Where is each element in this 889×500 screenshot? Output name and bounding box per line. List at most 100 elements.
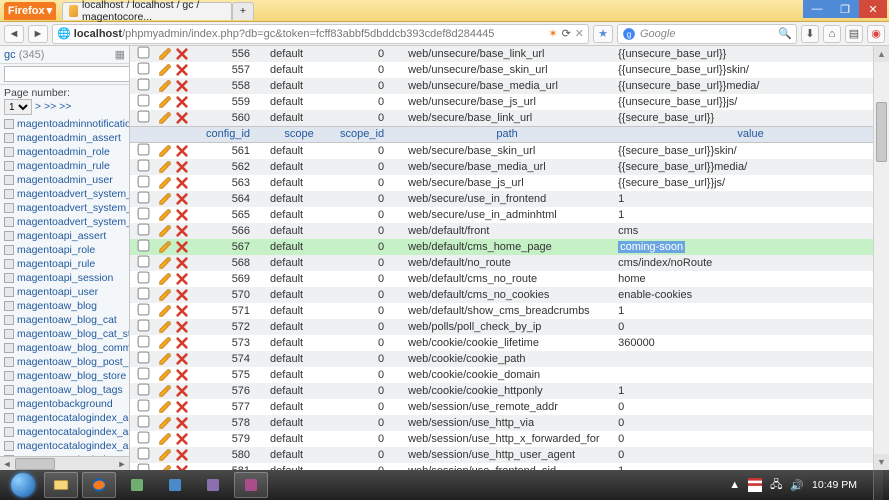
edit-icon[interactable] <box>158 368 172 382</box>
delete-icon[interactable] <box>175 111 189 125</box>
table-tree-item[interactable]: magentoapi_rule <box>2 257 129 271</box>
home-icon[interactable]: ⌂ <box>823 25 841 43</box>
table-tree-item[interactable]: magentoadminnotification_inbox <box>2 117 129 131</box>
edit-icon[interactable] <box>158 400 172 414</box>
downloads-icon[interactable]: ⬇ <box>801 25 819 43</box>
table-tree-item[interactable]: magentoadmin_assert <box>2 131 129 145</box>
delete-icon[interactable] <box>175 336 189 350</box>
table-row[interactable]: 568default0web/default/no_routecms/index… <box>130 255 889 271</box>
delete-icon[interactable] <box>175 176 189 190</box>
table-row[interactable]: 570default0web/default/cms_no_cookiesena… <box>130 287 889 303</box>
taskbar-app-icon-2[interactable] <box>158 472 192 498</box>
table-row[interactable]: 557default0web/unsecure/base_skin_url{{u… <box>130 62 889 78</box>
delete-icon[interactable] <box>175 352 189 366</box>
edit-icon[interactable] <box>158 95 172 109</box>
row-checkbox[interactable] <box>137 319 149 331</box>
row-checkbox[interactable] <box>137 303 149 315</box>
scroll-right-arrow[interactable]: ► <box>115 457 129 470</box>
edit-icon[interactable] <box>158 256 172 270</box>
row-checkbox[interactable] <box>137 63 149 75</box>
delete-icon[interactable] <box>175 288 189 302</box>
col-config-id[interactable]: config_id <box>200 127 264 143</box>
table-filter-input[interactable] <box>4 66 130 82</box>
row-checkbox[interactable] <box>137 255 149 267</box>
taskbar-firefox-icon[interactable] <box>82 472 116 498</box>
table-tree-item[interactable]: magentoadmin_rule <box>2 159 129 173</box>
row-checkbox[interactable] <box>137 431 149 443</box>
row-checkbox[interactable] <box>137 79 149 91</box>
delete-icon[interactable] <box>175 208 189 222</box>
row-checkbox[interactable] <box>137 383 149 395</box>
taskbar-app-icon-1[interactable] <box>120 472 154 498</box>
delete-icon[interactable] <box>175 224 189 238</box>
row-checkbox[interactable] <box>137 367 149 379</box>
table-tree-item[interactable]: magentocatalogindex_aggregation <box>2 411 129 425</box>
table-tree-item[interactable]: magentoadvert_system_invite <box>2 201 129 215</box>
row-checkbox[interactable] <box>137 111 149 123</box>
edit-icon[interactable] <box>158 79 172 93</box>
table-row[interactable]: 577default0web/session/use_remote_addr0 <box>130 399 889 415</box>
row-checkbox[interactable] <box>137 47 149 59</box>
table-tree-item[interactable]: magentocatalogindex_aggregation_to_tag <box>2 439 129 453</box>
panel-menu-icon[interactable]: ▦ <box>115 48 125 61</box>
sidebar-horizontal-scrollbar[interactable]: ◄ ► <box>0 456 129 470</box>
scroll-thumb[interactable] <box>15 458 55 470</box>
delete-icon[interactable] <box>175 432 189 446</box>
row-checkbox[interactable] <box>137 335 149 347</box>
delete-icon[interactable] <box>175 448 189 462</box>
edit-icon[interactable] <box>158 144 172 158</box>
table-row[interactable]: 581default0web/session/use_frontend_sid1 <box>130 463 889 471</box>
delete-icon[interactable] <box>175 256 189 270</box>
db-header[interactable]: gc (345) ▦ <box>0 46 129 64</box>
table-tree-item[interactable]: magentoapi_user <box>2 285 129 299</box>
row-checkbox[interactable] <box>137 239 149 251</box>
table-row[interactable]: 573default0web/cookie/cookie_lifetime360… <box>130 335 889 351</box>
delete-icon[interactable] <box>175 95 189 109</box>
table-tree-item[interactable]: magentoadmin_user <box>2 173 129 187</box>
addon-icon[interactable]: ◉ <box>867 25 885 43</box>
table-tree-item[interactable]: magentoaw_blog_tags <box>2 383 129 397</box>
table-tree-item[interactable]: magentoapi_session <box>2 271 129 285</box>
scroll-left-arrow[interactable]: ◄ <box>0 457 14 470</box>
table-row[interactable]: 574default0web/cookie/cookie_path <box>130 351 889 367</box>
taskbar-app-icon-3[interactable] <box>196 472 230 498</box>
table-row[interactable]: 565default0web/secure/use_in_adminhtml1 <box>130 207 889 223</box>
edit-icon[interactable] <box>158 224 172 238</box>
row-checkbox[interactable] <box>137 191 149 203</box>
table-row[interactable]: 571default0web/default/show_cms_breadcru… <box>130 303 889 319</box>
edit-icon[interactable] <box>158 432 172 446</box>
edit-icon[interactable] <box>158 160 172 174</box>
stop-icon[interactable]: ✕ <box>575 27 584 40</box>
page-number-select[interactable]: 1 <box>4 99 32 115</box>
col-scope[interactable]: scope <box>264 127 334 143</box>
table-row[interactable]: 580default0web/session/use_http_user_age… <box>130 447 889 463</box>
table-row[interactable]: 569default0web/default/cms_no_routehome <box>130 271 889 287</box>
edit-icon[interactable] <box>158 336 172 350</box>
delete-icon[interactable] <box>175 144 189 158</box>
delete-icon[interactable] <box>175 47 189 61</box>
table-row[interactable]: 561default0web/secure/base_skin_url{{sec… <box>130 142 889 159</box>
browser-tab[interactable]: localhost / localhost / gc / magentocore… <box>62 2 232 20</box>
delete-icon[interactable] <box>175 400 189 414</box>
start-button[interactable] <box>6 470 40 500</box>
row-checkbox[interactable] <box>137 175 149 187</box>
edit-icon[interactable] <box>158 320 172 334</box>
delete-icon[interactable] <box>175 160 189 174</box>
table-row[interactable]: 567default0web/default/cms_home_pagecomi… <box>130 239 889 255</box>
table-row[interactable]: 559default0web/unsecure/base_js_url{{uns… <box>130 94 889 110</box>
table-tree-item[interactable]: magentoadvert_system_discount <box>2 187 129 201</box>
edit-icon[interactable] <box>158 448 172 462</box>
table-tree-item[interactable]: magentoaw_blog_cat_store <box>2 327 129 341</box>
window-maximize-button[interactable]: ❐ <box>831 0 859 18</box>
row-checkbox[interactable] <box>137 447 149 459</box>
url-bar[interactable]: 🌐 localhost/phpmyadmin/index.php?db=gc&t… <box>52 24 589 44</box>
row-checkbox[interactable] <box>137 287 149 299</box>
edit-icon[interactable] <box>158 288 172 302</box>
edit-icon[interactable] <box>158 272 172 286</box>
window-minimize-button[interactable]: — <box>803 0 831 18</box>
col-scope-id[interactable]: scope_id <box>334 127 402 143</box>
delete-icon[interactable] <box>175 63 189 77</box>
table-row[interactable]: 563default0web/secure/base_js_url{{secur… <box>130 175 889 191</box>
table-tree-item[interactable]: magentoapi_role <box>2 243 129 257</box>
show-desktop-button[interactable] <box>873 470 883 500</box>
